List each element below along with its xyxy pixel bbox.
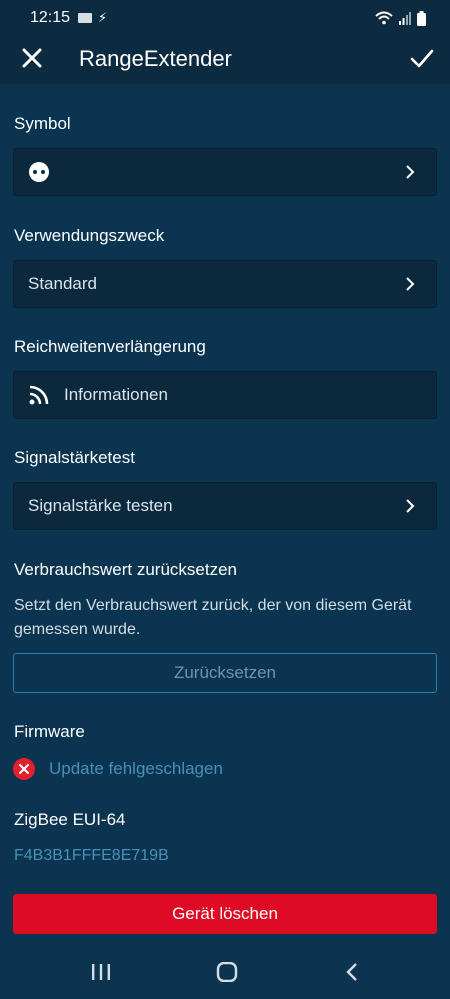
chevron-right-icon [406,165,415,179]
error-x-icon [13,758,35,780]
signal-test-row[interactable]: Signalstärke testen [13,482,437,530]
symbol-label: Symbol [14,114,71,133]
socket-icon [29,162,49,182]
firmware-status-text[interactable]: Update fehlgeschlagen [49,759,223,779]
range-label: Reichweitenverlängerung [14,337,206,356]
status-icons [375,10,426,26]
chevron-right-icon [406,499,415,513]
zigbee-eui-value: F4B3B1FFFE8E719B [14,847,169,864]
app-bar: RangeExtender [0,36,450,84]
signal-label: Signalstärketest [14,448,135,467]
cell-signal-icon [399,12,411,25]
zigbee-label: ZigBee EUI-64 [14,810,126,829]
system-nav-bar [0,944,450,999]
back-icon[interactable] [341,962,365,982]
delete-device-button[interactable]: Gerät löschen [13,894,437,934]
status-time: 12:15 [30,9,71,26]
charging-bolt-icon: ⚡ [98,10,108,25]
page-title: RangeExtender [79,46,232,71]
wifi-status-icon [375,11,393,25]
usage-label: Verwendungszweck [14,226,165,245]
check-icon[interactable] [410,46,434,70]
recent-apps-icon[interactable] [89,962,113,982]
close-icon[interactable] [20,46,44,70]
range-info-value: Informationen [64,385,168,404]
firmware-status: Update fehlgeschlagen [13,756,223,782]
usage-row[interactable]: Standard [13,260,437,308]
reset-button[interactable]: Zurücksetzen [13,653,437,693]
signal-test-value: Signalstärke testen [28,496,173,515]
wifi-signal-icon [29,385,49,405]
notification-icon [78,13,93,23]
status-bar: 12:15 ⚡ [0,0,450,36]
symbol-row[interactable] [13,148,437,196]
reset-description: Setzt den Verbrauchswert zurück, der von… [14,597,412,638]
reset-label: Verbrauchswert zurücksetzen [14,560,237,579]
chevron-right-icon [406,277,415,291]
home-icon[interactable] [215,962,239,982]
usage-value: Standard [28,274,97,293]
range-info-row[interactable]: Informationen [13,371,437,419]
battery-icon [417,10,426,26]
firmware-label: Firmware [14,722,85,741]
